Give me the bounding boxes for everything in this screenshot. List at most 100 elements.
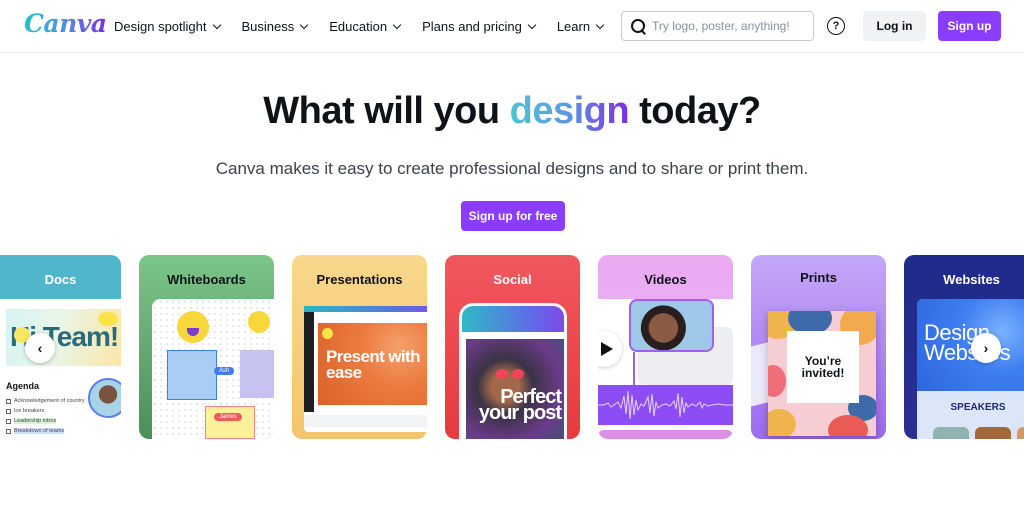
agenda-item-label: Leadership intros [14, 418, 57, 424]
speaker-photo [1017, 427, 1024, 439]
presentation-slide: Present with ease [318, 323, 427, 405]
agenda-item: Acknowledgement of country [6, 398, 85, 404]
slide-logo-icon [322, 328, 333, 339]
editor-sidebar [304, 312, 314, 412]
nav-label: Education [329, 19, 388, 34]
chevron-down-icon [392, 20, 402, 30]
agenda-item-label: Ice breakers [14, 408, 45, 414]
canva-logo[interactable]: Canva [24, 9, 107, 38]
card-title: Presentations [316, 272, 403, 287]
nav-design-spotlight[interactable]: Design spotlight [114, 19, 221, 34]
play-icon [598, 331, 622, 367]
nav-learn[interactable]: Learn [556, 19, 605, 34]
search-icon [630, 18, 646, 34]
chevron-down-icon [212, 20, 221, 30]
invitation-text: You’re invited! [787, 331, 859, 403]
chevron-down-icon [300, 20, 309, 30]
smiley-emoji-icon [177, 311, 209, 343]
card-videos[interactable]: Videos [598, 255, 733, 439]
card-docs[interactable]: Docs Hi Team! Agenda Acknowledgement of … [0, 255, 121, 439]
playhead-line [633, 352, 635, 385]
sticky-note [240, 350, 274, 398]
carousel-next-button[interactable]: › [971, 333, 1001, 363]
website-preview: Design Websites SPEAKERS [917, 299, 1024, 439]
hero-title-suffix: today? [629, 90, 761, 132]
card-presentations[interactable]: Presentations Present with ease [292, 255, 427, 439]
nav-label: Design spotlight [114, 19, 207, 34]
search-box[interactable] [621, 11, 814, 41]
invitation-card: You’re invited! [768, 311, 876, 436]
collaborator-tag: Ash [214, 367, 235, 375]
card-title: Videos [644, 272, 687, 287]
card-whiteboards[interactable]: Whiteboards Ash James [139, 255, 274, 439]
card-websites[interactable]: Websites Design Websites SPEAKERS [904, 255, 1024, 439]
agenda-item: Ice breakers [6, 408, 44, 414]
phone-preview: Perfect your post [459, 303, 567, 439]
video-editor-preview [598, 299, 733, 439]
nav-label: Plans and pricing [422, 19, 522, 34]
lightbulb-icon [248, 311, 270, 333]
nav-business[interactable]: Business [241, 19, 309, 34]
audio-waveform [598, 385, 733, 425]
main-nav: Design spotlight Business Education Plan… [114, 0, 625, 53]
speakers-heading: SPEAKERS [950, 402, 1006, 413]
agenda-item-label: Acknowledgement of country [14, 398, 85, 404]
card-title: Docs [44, 272, 77, 287]
signup-button[interactable]: Sign up [938, 11, 1001, 41]
hero-title-highlight: design [509, 90, 630, 132]
editor-top-bar [304, 306, 427, 312]
slide-text: Present with ease [326, 347, 420, 382]
timeline-strip [598, 430, 733, 439]
speaker-photo [933, 427, 969, 439]
checkbox-icon [6, 418, 11, 424]
video-thumbnail [629, 299, 714, 352]
sticky-note [167, 350, 217, 400]
card-title: Social [493, 272, 532, 287]
chevron-down-icon [595, 20, 605, 30]
checkbox-icon [6, 428, 11, 434]
laptop-preview: Present with ease [304, 306, 427, 432]
help-icon[interactable]: ? [827, 17, 845, 35]
design-type-carousel: Docs Hi Team! Agenda Acknowledgement of … [0, 255, 1024, 440]
decorative-blob [768, 365, 786, 397]
chevron-left-icon: ‹ [37, 340, 43, 356]
card-title: Websites [943, 272, 1000, 287]
hero-title-prefix: What will you [263, 90, 510, 132]
chevron-down-icon [527, 20, 537, 30]
card-title: Whiteboards [167, 272, 246, 287]
agenda-item-label: Breakdown of teams [14, 428, 65, 434]
agenda-item: Breakdown of teams [6, 428, 65, 434]
card-title: Prints [800, 270, 837, 285]
checkbox-icon [6, 398, 11, 404]
hero-title: What will you design today? [0, 90, 1024, 133]
card-prints[interactable]: Prints You’re invited! [751, 255, 886, 439]
phone-toolbar [462, 306, 564, 332]
nav-education[interactable]: Education [329, 19, 402, 34]
nav-label: Learn [556, 19, 591, 34]
sticky-note [205, 406, 255, 439]
agenda-title: Agenda [6, 381, 40, 391]
signup-for-free-button[interactable]: Sign up for free [461, 201, 565, 231]
docs-preview: Hi Team! Agenda Acknowledgement of count… [0, 299, 121, 439]
collaborator-avatar [88, 378, 121, 418]
whiteboard-preview: Ash James [152, 299, 274, 439]
waveform-icon [598, 390, 733, 420]
login-button[interactable]: Log in [863, 11, 926, 41]
sunglasses-graphic [496, 369, 526, 379]
nav-label: Business [241, 19, 295, 34]
social-post-image: Perfect your post [466, 339, 564, 439]
checkbox-icon [6, 408, 11, 414]
agenda-item: Leadership intros [6, 418, 57, 424]
search-input[interactable] [652, 19, 812, 33]
collaborator-tag: James [214, 413, 242, 421]
speaker-photo [975, 427, 1011, 439]
nav-plans-and-pricing[interactable]: Plans and pricing [422, 19, 537, 34]
chevron-right-icon: › [983, 340, 989, 356]
laptop-base [304, 415, 427, 427]
hero-subtitle: Canva makes it easy to create profession… [215, 159, 809, 178]
card-social[interactable]: Social Perfect your post [445, 255, 580, 439]
top-navigation-bar: Canva Design spotlight Business Educatio… [0, 0, 1024, 53]
sticker-icon [98, 312, 118, 326]
carousel-prev-button[interactable]: ‹ [25, 333, 55, 363]
docs-banner: Hi Team! [6, 309, 121, 366]
